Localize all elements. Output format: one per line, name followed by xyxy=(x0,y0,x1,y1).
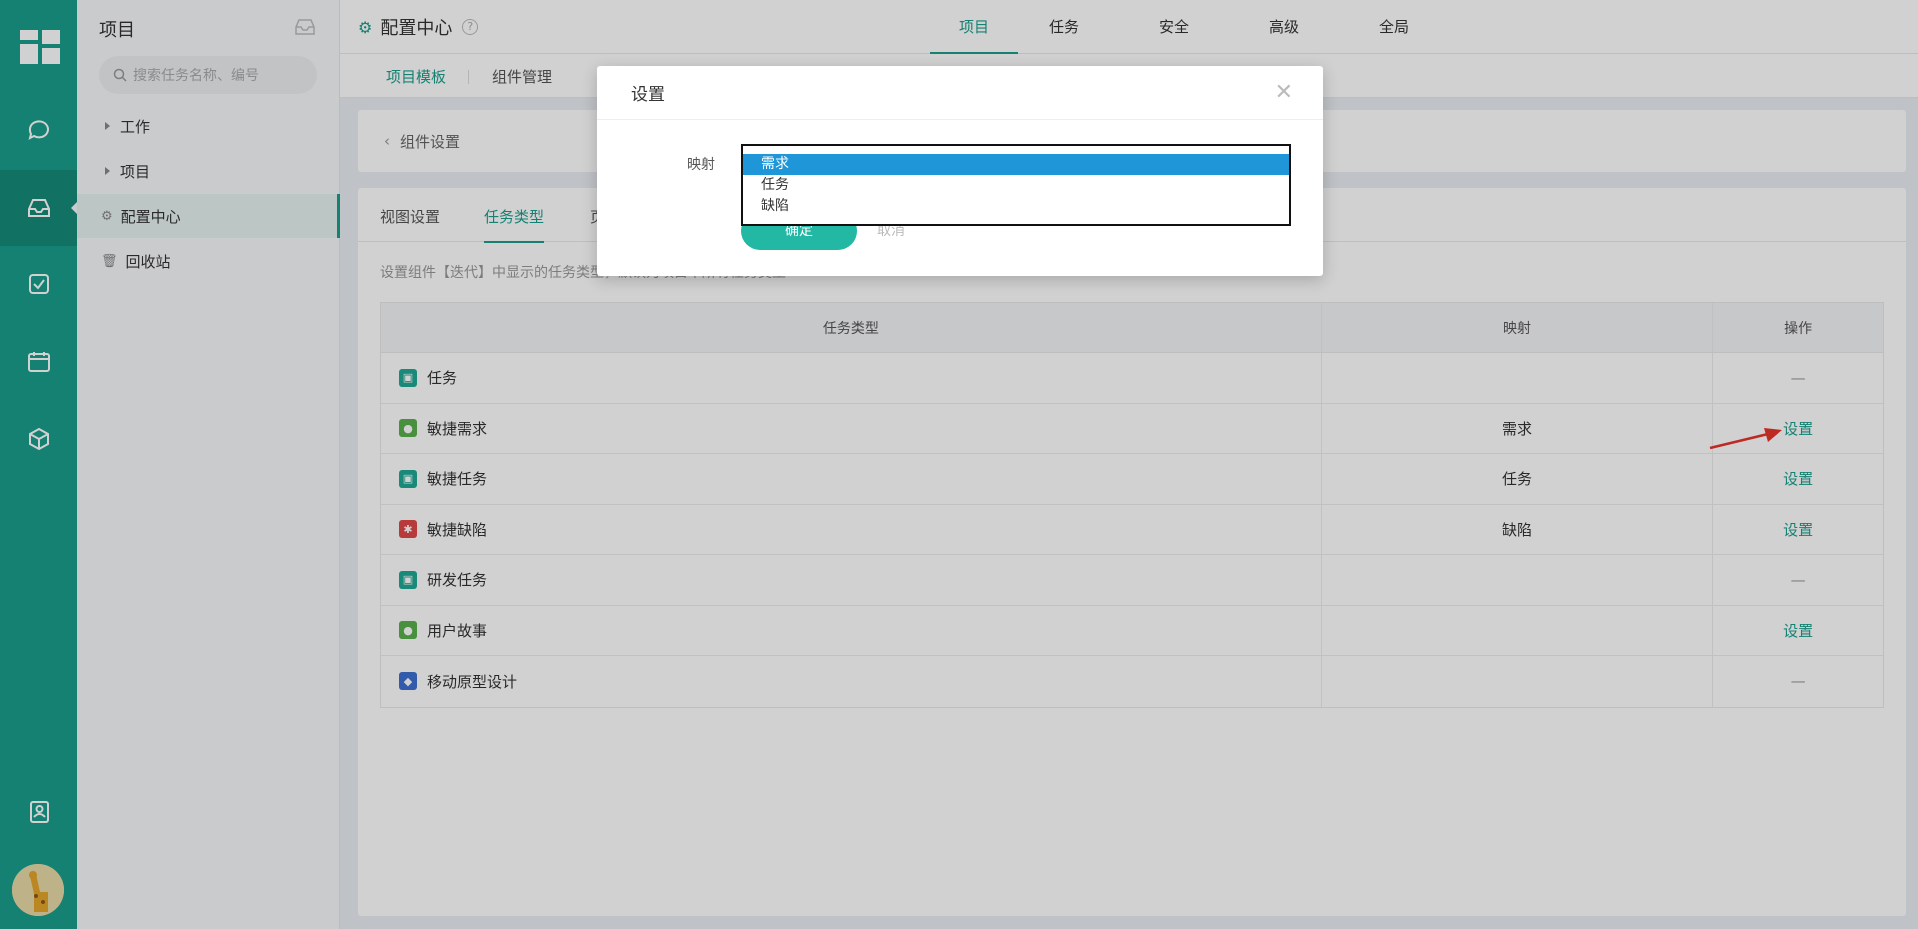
dropdown-option[interactable]: 缺陷 xyxy=(743,196,1289,217)
dropdown-option[interactable]: 任务 xyxy=(743,175,1289,196)
dropdown-option[interactable]: 需求 xyxy=(743,154,1289,175)
mapping-dropdown-list[interactable]: 需求 任务 缺陷 xyxy=(741,144,1291,226)
mapping-label: 映射 xyxy=(687,157,715,173)
settings-dialog: 设置 ✕ 映射 确定 取消 需求 任务 缺陷 xyxy=(597,66,1323,276)
dialog-title: 设置 xyxy=(597,66,1323,120)
close-icon[interactable]: ✕ xyxy=(1275,80,1293,105)
